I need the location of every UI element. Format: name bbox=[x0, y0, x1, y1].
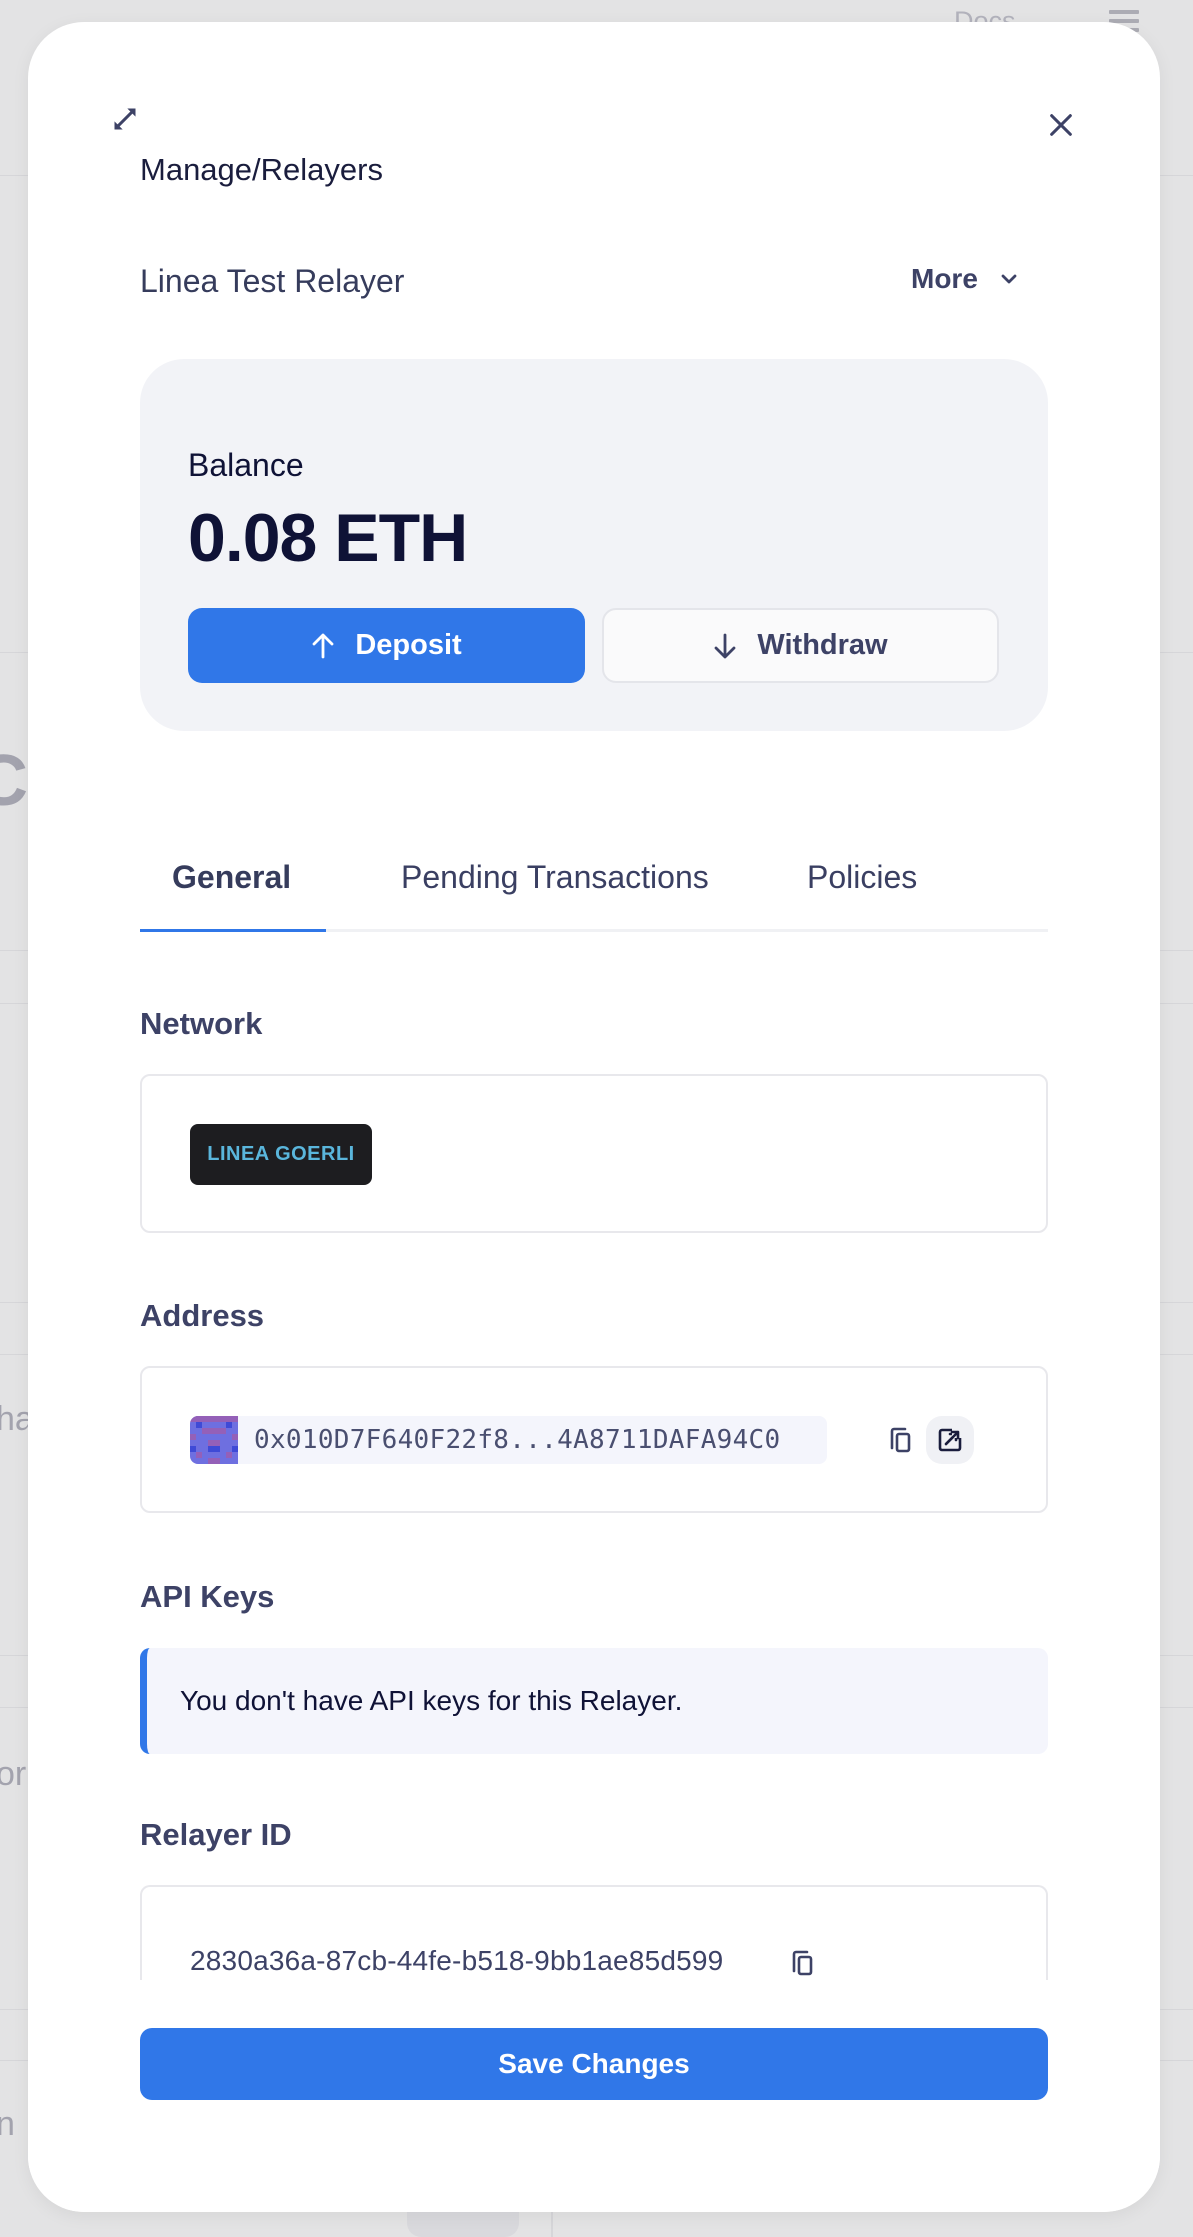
relayer-name: Linea Test Relayer bbox=[140, 263, 405, 299]
api-keys-empty-notice: You don't have API keys for this Relayer… bbox=[140, 1648, 1048, 1754]
close-button[interactable] bbox=[1038, 102, 1084, 148]
relayer-id-label: Relayer ID bbox=[140, 1817, 292, 1852]
address-value: 0x010D7F640F22f8...4A8711DAFA94C0 bbox=[254, 1425, 781, 1455]
arrow-down-icon bbox=[714, 633, 736, 658]
api-keys-empty-message: You don't have API keys for this Relayer… bbox=[180, 1685, 683, 1716]
copy-address-button[interactable] bbox=[877, 1416, 925, 1464]
chevron-down-icon bbox=[1001, 274, 1017, 284]
copy-icon bbox=[792, 1950, 813, 1976]
network-label: Network bbox=[140, 1006, 263, 1041]
balance-card: Balance 0.08 ETH Deposit Withdraw bbox=[140, 359, 1048, 731]
more-dropdown-button[interactable]: More bbox=[911, 263, 1018, 295]
open-explorer-button[interactable] bbox=[926, 1416, 974, 1464]
address-pill: 0x010D7F640F22f8...4A8711DAFA94C0 bbox=[190, 1416, 827, 1464]
background-text: n bbox=[0, 2105, 15, 2143]
tab-bar: General Pending Transactions Policies bbox=[140, 837, 1048, 932]
expand-button[interactable] bbox=[108, 102, 142, 136]
deposit-button[interactable]: Deposit bbox=[188, 608, 585, 683]
close-icon bbox=[1050, 114, 1072, 136]
withdraw-button[interactable]: Withdraw bbox=[602, 608, 999, 683]
address-field: 0x010D7F640F22f8...4A8711DAFA94C0 bbox=[140, 1366, 1048, 1513]
api-keys-label: API Keys bbox=[140, 1579, 275, 1614]
tab-general[interactable]: General bbox=[172, 859, 291, 896]
network-badge: LINEA GOERLI bbox=[190, 1124, 372, 1185]
active-tab-indicator bbox=[140, 929, 326, 932]
tab-policies[interactable]: Policies bbox=[807, 859, 917, 896]
background-text: or bbox=[0, 1755, 27, 1793]
arrow-up-icon bbox=[312, 633, 334, 658]
network-field: LINEA GOERLI bbox=[140, 1074, 1048, 1233]
deposit-label: Deposit bbox=[355, 629, 462, 661]
balance-label: Balance bbox=[188, 447, 304, 483]
more-label: More bbox=[911, 263, 978, 294]
save-changes-button[interactable]: Save Changes bbox=[140, 2028, 1048, 2100]
address-label: Address bbox=[140, 1298, 265, 1333]
address-identicon bbox=[190, 1416, 238, 1464]
external-link-icon bbox=[938, 1428, 962, 1452]
breadcrumb[interactable]: Manage/Relayers bbox=[140, 152, 383, 188]
relayer-id-value: 2830a36a-87cb-44fe-b518-9bb1ae85d599 bbox=[190, 1945, 724, 1976]
expand-icon bbox=[114, 108, 136, 130]
copy-icon bbox=[890, 1427, 911, 1453]
withdraw-label: Withdraw bbox=[757, 629, 888, 661]
background-text: C bbox=[0, 741, 28, 821]
balance-value: 0.08 ETH bbox=[188, 500, 468, 576]
relayer-modal: Manage/Relayers Linea Test Relayer More … bbox=[28, 22, 1160, 2212]
tab-pending-transactions[interactable]: Pending Transactions bbox=[401, 859, 709, 896]
